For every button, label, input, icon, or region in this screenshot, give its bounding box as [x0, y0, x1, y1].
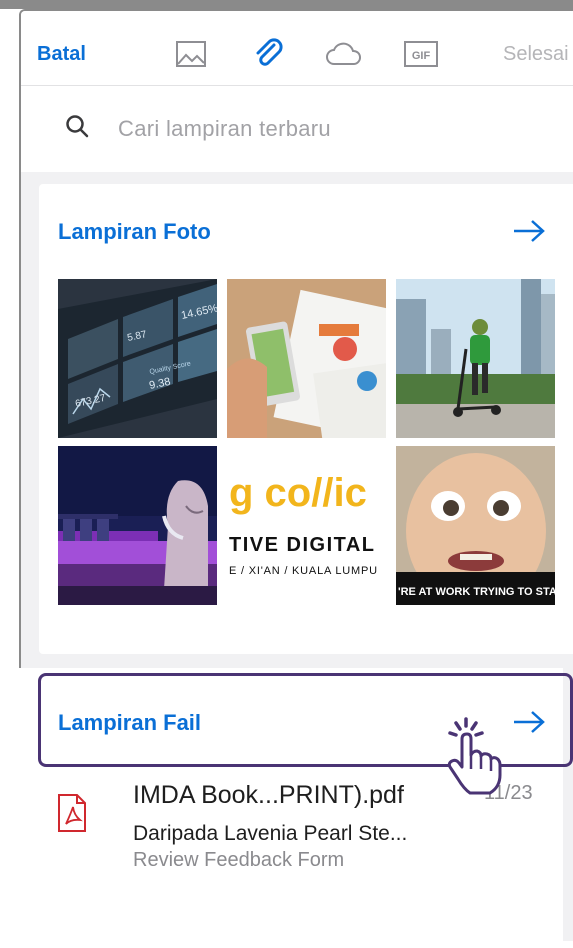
cancel-button[interactable]: Batal: [37, 43, 86, 66]
search-bar[interactable]: Cari lampiran terbaru: [21, 86, 573, 172]
dashboard-monitor-photo[interactable]: 14.65% 5.87 673.27 9.38 Quality Score: [58, 279, 217, 438]
svg-text:TIVE DIGITAL: TIVE DIGITAL: [229, 534, 376, 556]
gif-icon[interactable]: GIF: [401, 36, 441, 72]
cloud-icon[interactable]: [324, 36, 364, 72]
file-attachments-arrow-icon[interactable]: [512, 710, 546, 739]
search-icon: [65, 114, 89, 143]
scooter-rider-photo[interactable]: [396, 279, 555, 438]
file-subject: Review Feedback Form: [133, 849, 345, 871]
svg-text:E / XI'AN / KUALA LUMPU: E / XI'AN / KUALA LUMPU: [229, 565, 378, 577]
file-attachments-title[interactable]: Lampiran Fail: [58, 710, 201, 736]
window-top-border: [0, 0, 573, 9]
paperclip-icon[interactable]: [249, 36, 289, 72]
svg-text:'RE AT WORK TRYING TO STAY: 'RE AT WORK TRYING TO STAY: [398, 586, 555, 598]
photo-attachments-arrow-icon[interactable]: [512, 219, 546, 248]
done-button[interactable]: Selesai: [503, 43, 569, 66]
gif-label: GIF: [412, 50, 431, 62]
image-icon[interactable]: [171, 36, 211, 72]
baby-meme-photo[interactable]: 'RE AT WORK TRYING TO STAY: [396, 446, 555, 605]
creative-digital-logo[interactable]: g co//ic TIVE DIGITAL E / XI'AN / KUALA …: [227, 446, 386, 605]
pdf-file-icon: [57, 793, 87, 838]
search-input[interactable]: Cari lampiran terbaru: [118, 116, 331, 142]
file-sender: Daripada Lavenia Pearl Ste...: [133, 822, 408, 845]
photo-attachments-title[interactable]: Lampiran Foto: [58, 219, 211, 245]
toolbar: Batal GIF Selesai: [21, 11, 573, 86]
svg-text:g co//ic: g co//ic: [229, 471, 367, 515]
file-name: IMDA Book...PRINT).pdf: [133, 781, 404, 809]
hand-pointer-cursor-icon: [440, 717, 510, 802]
tablet-charts-photo[interactable]: [227, 279, 386, 438]
merlion-night-photo[interactable]: [58, 446, 217, 605]
